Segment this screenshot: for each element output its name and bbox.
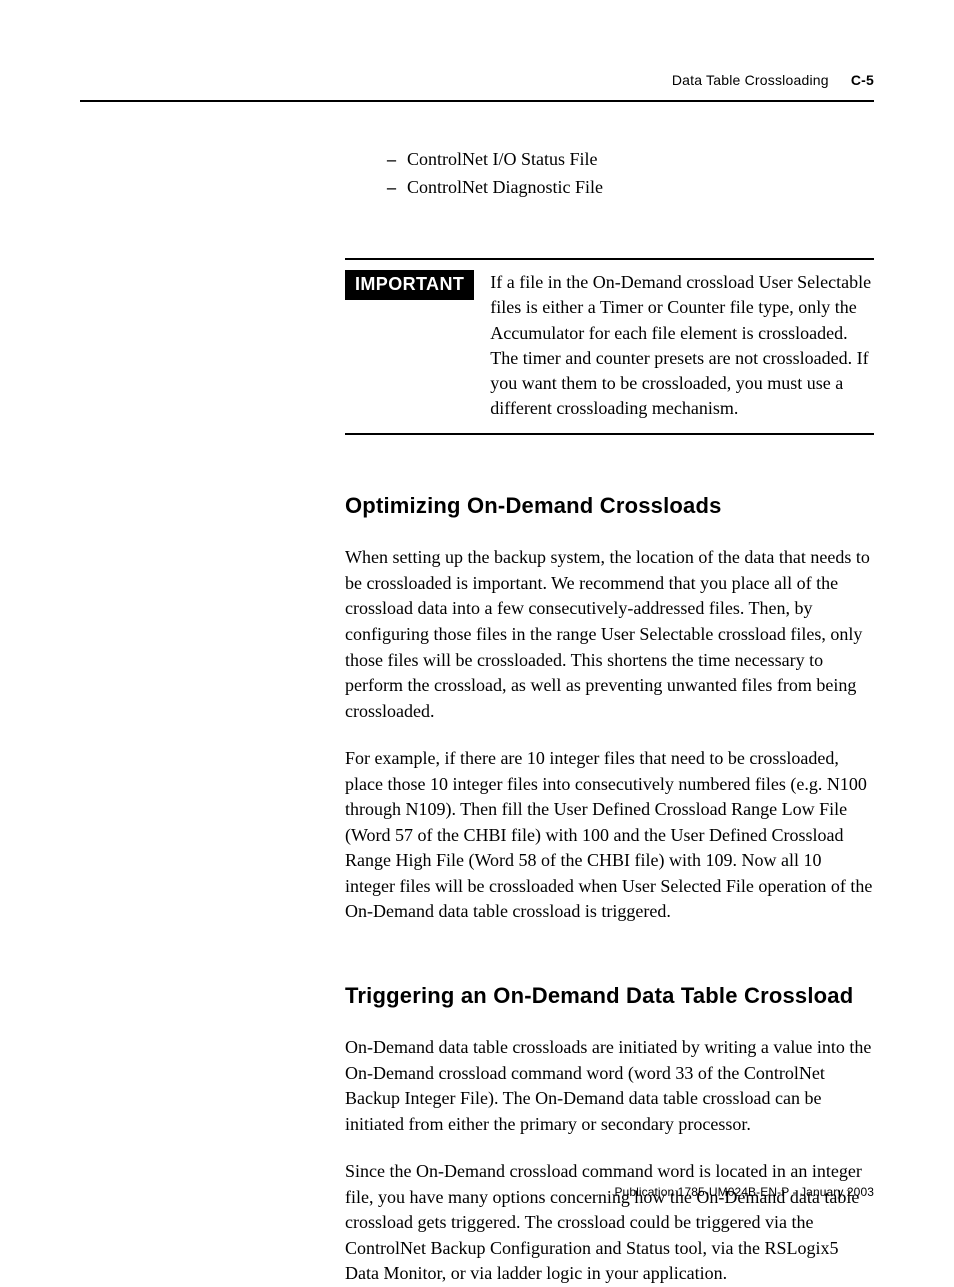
header-section-title: Data Table Crossloading [672, 72, 829, 88]
running-header: Data Table Crossloading C-5 [80, 62, 874, 96]
bullet-dash-icon: – [387, 146, 407, 172]
body-paragraph: For example, if there are 10 integer fil… [345, 746, 874, 925]
footer-publication: Publication 1785-UM024B-EN-P - January 2… [614, 1185, 874, 1199]
important-text: If a file in the On-Demand crossload Use… [490, 270, 874, 421]
body-paragraph: When setting up the backup system, the l… [345, 545, 874, 724]
header-page-number: C-5 [851, 72, 874, 88]
bullet-item: – ControlNet Diagnostic File [387, 174, 874, 200]
content-column: – ControlNet I/O Status File – ControlNe… [345, 146, 874, 1287]
important-callout: IMPORTANT If a file in the On-Demand cro… [345, 258, 874, 435]
body-paragraph: Since the On-Demand crossload command wo… [345, 1159, 874, 1287]
important-label-wrap: IMPORTANT [345, 270, 474, 300]
important-label: IMPORTANT [345, 270, 474, 300]
bullet-list: – ControlNet I/O Status File – ControlNe… [345, 146, 874, 200]
body-paragraph: On-Demand data table crossloads are init… [345, 1035, 874, 1137]
bullet-text: ControlNet Diagnostic File [407, 174, 603, 200]
callout-inner: IMPORTANT If a file in the On-Demand cro… [345, 270, 874, 421]
bullet-item: – ControlNet I/O Status File [387, 146, 874, 172]
page: Data Table Crossloading C-5 – ControlNet… [0, 0, 954, 1235]
header-rule [80, 100, 874, 102]
bullet-text: ControlNet I/O Status File [407, 146, 598, 172]
bullet-dash-icon: – [387, 174, 407, 200]
section-heading-optimize: Optimizing On-Demand Crossloads [345, 493, 874, 519]
section-heading-trigger: Triggering an On-Demand Data Table Cross… [345, 983, 874, 1009]
